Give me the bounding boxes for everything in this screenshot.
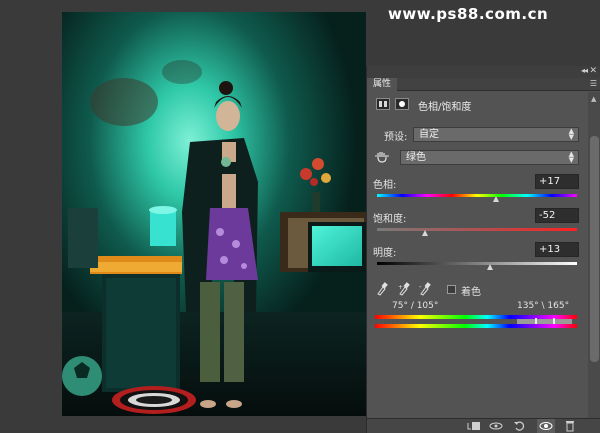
preset-dropdown[interactable]: 自定 ▲ ▼ bbox=[413, 127, 579, 142]
tab-properties[interactable]: 属性 bbox=[367, 78, 398, 91]
visibility-eye-icon[interactable] bbox=[539, 420, 553, 432]
photo-artwork bbox=[62, 12, 366, 416]
channel-value: 绿色 bbox=[406, 152, 426, 163]
hue-label: 色相: bbox=[373, 180, 397, 191]
chevron-updown-icon: ▲ ▼ bbox=[568, 150, 574, 164]
adjustment-title: 色相/饱和度 bbox=[418, 102, 472, 113]
panel-bottom-bar bbox=[367, 418, 600, 433]
svg-text:+: + bbox=[398, 284, 403, 291]
photo bbox=[62, 12, 366, 416]
scroll-up-icon[interactable]: ▲ bbox=[591, 95, 596, 103]
svg-text:-: - bbox=[419, 283, 422, 291]
eyedropper-minus-icon[interactable]: - bbox=[419, 282, 431, 296]
lightness-slider-thumb[interactable] bbox=[487, 264, 493, 270]
reset-icon[interactable] bbox=[513, 420, 527, 432]
panel-tab-bar: 属性 ☰ bbox=[367, 78, 600, 91]
range-right-readout: 135° \ 165° bbox=[517, 301, 570, 311]
lightness-slider-track[interactable] bbox=[377, 262, 577, 265]
panel-menu-icon[interactable]: ☰ bbox=[590, 79, 597, 88]
hue-input[interactable]: +17 bbox=[535, 174, 579, 189]
saturation-slider-thumb[interactable] bbox=[422, 230, 428, 236]
lightness-input[interactable]: +13 bbox=[535, 242, 579, 257]
colorize-label: 着色 bbox=[461, 287, 481, 298]
lightness-label: 明度: bbox=[373, 248, 397, 259]
panel-scrollbar[interactable]: ▲ bbox=[588, 92, 600, 427]
scrollbar-thumb[interactable] bbox=[590, 136, 599, 362]
channel-dropdown[interactable]: 绿色 ▲ ▼ bbox=[400, 150, 579, 165]
clip-to-layer-icon[interactable] bbox=[467, 420, 481, 432]
eyedropper-icon[interactable] bbox=[376, 282, 388, 296]
properties-panel: ◂◂ ✕ 属性 ☰ 色相/饱和度 预设: 自定 ▲ ▼ 绿色 ▲ ▼ 色相: +17… bbox=[366, 66, 600, 433]
trash-icon[interactable] bbox=[563, 420, 577, 432]
adjustment-header: 色相/饱和度 bbox=[367, 92, 589, 116]
collapse-icon[interactable]: ◂◂ bbox=[581, 66, 588, 75]
panel-top-bar: ◂◂ ✕ bbox=[367, 66, 600, 78]
view-previous-icon[interactable] bbox=[489, 420, 503, 432]
chevron-updown-icon: ▲ ▼ bbox=[568, 127, 574, 141]
mask-icon[interactable] bbox=[395, 98, 409, 110]
saturation-input[interactable]: -52 bbox=[535, 208, 579, 223]
range-left-readout: 75° / 105° bbox=[392, 301, 439, 311]
close-icon[interactable]: ✕ bbox=[589, 66, 597, 76]
eyedropper-plus-icon[interactable]: + bbox=[398, 282, 410, 296]
colorize-checkbox[interactable] bbox=[447, 285, 456, 294]
saturation-label: 饱和度: bbox=[373, 214, 407, 225]
preset-label: 预设: bbox=[384, 132, 408, 143]
hue-slider-track[interactable] bbox=[377, 194, 577, 197]
hue-slider-thumb[interactable] bbox=[492, 196, 499, 202]
preset-value: 自定 bbox=[419, 129, 439, 140]
watermark-text: www.ps88.com.cn bbox=[388, 5, 549, 23]
saturation-slider-track[interactable] bbox=[377, 228, 577, 231]
adjustment-layer-icon[interactable] bbox=[376, 98, 390, 110]
targeted-adjust-hand-icon[interactable] bbox=[375, 150, 389, 164]
output-color-bar bbox=[375, 324, 577, 328]
